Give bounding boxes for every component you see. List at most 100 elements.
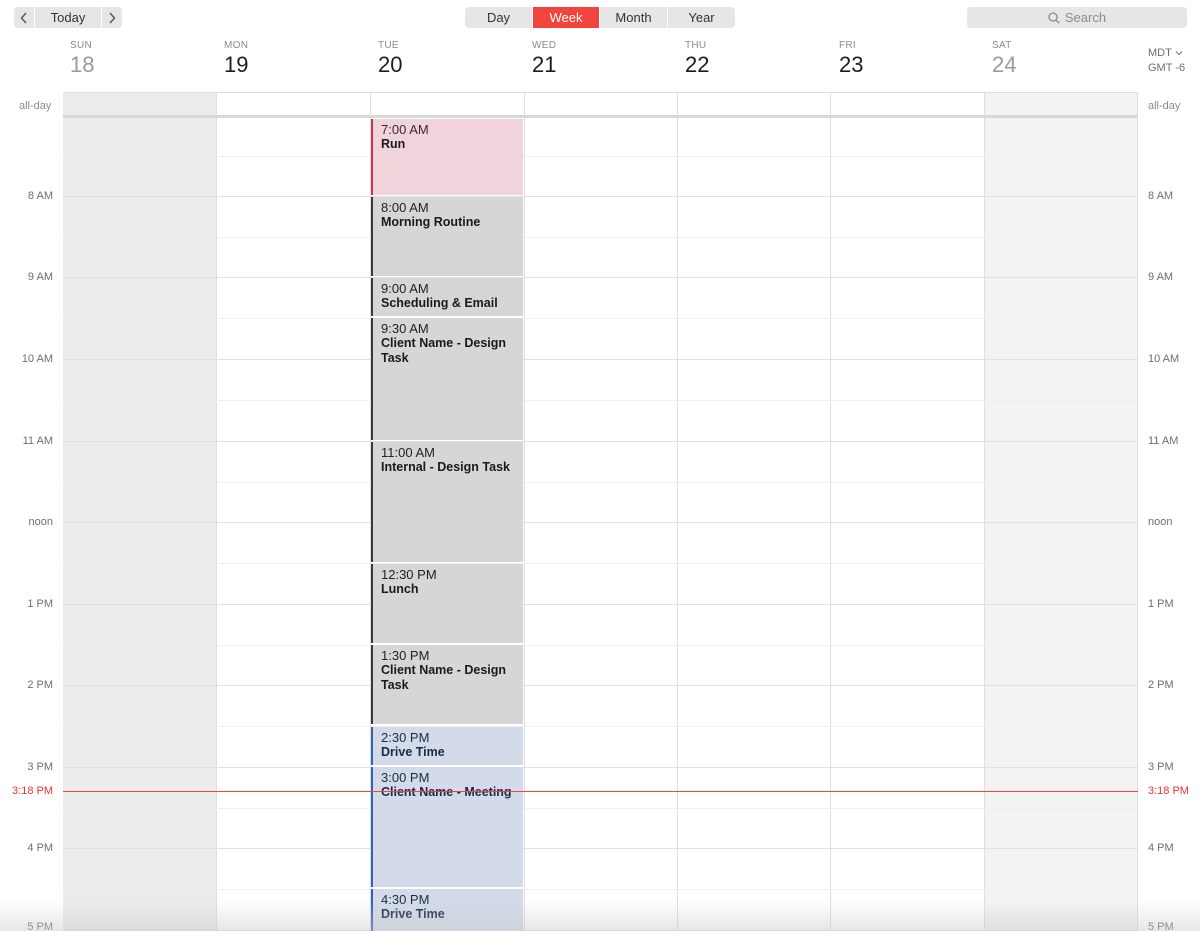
event-title: Drive Time — [381, 907, 445, 921]
day-column-mon[interactable] — [217, 92, 371, 931]
event-run[interactable]: 7:00 AM Run — [371, 119, 523, 195]
grid-line — [63, 359, 1138, 360]
event-drive-time[interactable]: 2:30 PM Drive Time — [371, 727, 523, 765]
hour-label: 5 PM — [1148, 921, 1174, 931]
hour-label: 8 AM — [1148, 190, 1174, 202]
day-name: MON — [224, 40, 249, 51]
grid-line — [63, 400, 1138, 401]
event-title: Scheduling & Email — [381, 296, 498, 310]
grid-line — [63, 848, 1138, 849]
event-internal-design-task[interactable]: 11:00 AM Internal - Design Task — [371, 442, 523, 562]
next-week-button[interactable] — [102, 7, 122, 28]
day-header-mon[interactable]: MON 19 — [224, 38, 378, 88]
event-title: Internal - Design Task — [381, 460, 510, 474]
grid-line — [63, 685, 1138, 686]
search-field[interactable]: Search — [967, 7, 1187, 28]
event-time: 12:30 PM — [381, 567, 437, 582]
grid-line — [63, 808, 1138, 809]
hour-label: 8 AM — [27, 190, 53, 202]
day-name: TUE — [378, 40, 399, 51]
hour-label: 1 PM — [1148, 598, 1174, 610]
hour-label: 3 PM — [1148, 761, 1174, 773]
day-header-sat[interactable]: SAT 24 — [992, 38, 1146, 88]
day-column-fri[interactable] — [831, 92, 985, 931]
day-header-tue[interactable]: TUE 20 — [378, 38, 532, 88]
event-time: 2:30 PM — [381, 730, 430, 745]
grid-line — [63, 482, 1138, 483]
view-week-button[interactable]: Week — [532, 7, 599, 28]
hour-label: 9 AM — [27, 271, 53, 283]
day-header-thu[interactable]: THU 22 — [685, 38, 839, 88]
grid-line — [63, 441, 1138, 442]
timezone-selector[interactable]: MDT GMT -6 — [1148, 46, 1185, 76]
day-header-fri[interactable]: FRI 23 — [839, 38, 993, 88]
view-switcher: Day Week Month Year — [465, 7, 735, 28]
day-header-sun[interactable]: SUN 18 — [70, 38, 224, 88]
event-time: 8:00 AM — [381, 200, 429, 215]
today-button[interactable]: Today — [34, 7, 102, 28]
day-name: WED — [532, 40, 557, 51]
hour-label: 3 PM — [27, 761, 53, 773]
chevron-right-icon — [109, 12, 116, 23]
event-title: Client Name - Design Task — [381, 336, 507, 365]
event-title: Client Name - Meeting — [381, 785, 512, 799]
event-time: 11:00 AM — [381, 445, 435, 460]
hour-label: 9 AM — [1148, 271, 1174, 283]
day-number: 18 — [70, 52, 95, 77]
view-day-button[interactable]: Day — [465, 7, 532, 28]
hour-label: 4 PM — [27, 842, 53, 854]
day-column-sat[interactable] — [985, 92, 1138, 931]
event-time: 4:30 PM — [381, 892, 430, 907]
all-day-label-left: all-day — [19, 100, 52, 112]
grid-line — [63, 767, 1138, 768]
event-lunch[interactable]: 12:30 PM Lunch — [371, 564, 523, 643]
hour-label: 10 AM — [1148, 353, 1180, 365]
event-client-design-task[interactable]: 9:30 AM Client Name - Design Task — [371, 318, 523, 440]
day-number: 21 — [532, 52, 557, 77]
grid-line — [63, 318, 1138, 319]
view-month-button[interactable]: Month — [599, 7, 667, 28]
event-client-design-task-2[interactable]: 1:30 PM Client Name - Design Task — [371, 645, 523, 724]
event-scheduling-email[interactable]: 9:00 AM Scheduling & Email — [371, 278, 523, 316]
day-number: 20 — [378, 52, 403, 77]
event-morning-routine[interactable]: 8:00 AM Morning Routine — [371, 197, 523, 276]
day-header-wed[interactable]: WED 21 — [532, 38, 686, 88]
event-title: Run — [381, 137, 406, 151]
previous-week-button[interactable] — [14, 7, 34, 28]
event-client-meeting[interactable]: 3:00 PM Client Name - Meeting — [371, 767, 523, 887]
hour-label: 10 AM — [21, 353, 53, 365]
grid-line — [63, 726, 1138, 727]
all-day-label-right: all-day — [1148, 100, 1181, 112]
hour-label: 2 PM — [27, 679, 53, 691]
timezone-name: MDT — [1148, 47, 1172, 59]
grid-line — [63, 889, 1138, 890]
event-title: Morning Routine — [381, 215, 481, 229]
day-number: 19 — [224, 52, 249, 77]
hour-label: 2 PM — [1148, 679, 1174, 691]
day-name: SUN — [70, 40, 93, 51]
hour-label: 4 PM — [1148, 842, 1174, 854]
grid-line — [63, 645, 1138, 646]
day-number: 24 — [992, 52, 1017, 77]
day-number: 23 — [839, 52, 864, 77]
view-year-button[interactable]: Year — [667, 7, 735, 28]
event-title: Lunch — [381, 582, 419, 596]
hour-label: 5 PM — [27, 921, 53, 931]
chevron-left-icon — [20, 12, 27, 23]
day-column-thu[interactable] — [678, 92, 831, 931]
day-number: 22 — [685, 52, 710, 77]
hour-label: 11 AM — [1148, 435, 1179, 447]
grid-line — [63, 156, 1138, 157]
hour-label: noon — [28, 516, 53, 528]
day-name: FRI — [839, 40, 857, 51]
grid-line — [63, 196, 1138, 197]
day-column-sun[interactable] — [63, 92, 217, 931]
magnifier-icon — [1048, 11, 1060, 24]
event-title: Client Name - Design Task — [381, 663, 507, 692]
event-drive-time-2[interactable]: 4:30 PM Drive Time — [371, 889, 523, 931]
hour-label: 1 PM — [27, 598, 53, 610]
date-navigation: Today — [14, 7, 122, 28]
day-column-wed[interactable] — [525, 92, 678, 931]
all-day-row[interactable] — [63, 92, 1138, 118]
hour-label: 11 AM — [22, 435, 53, 447]
